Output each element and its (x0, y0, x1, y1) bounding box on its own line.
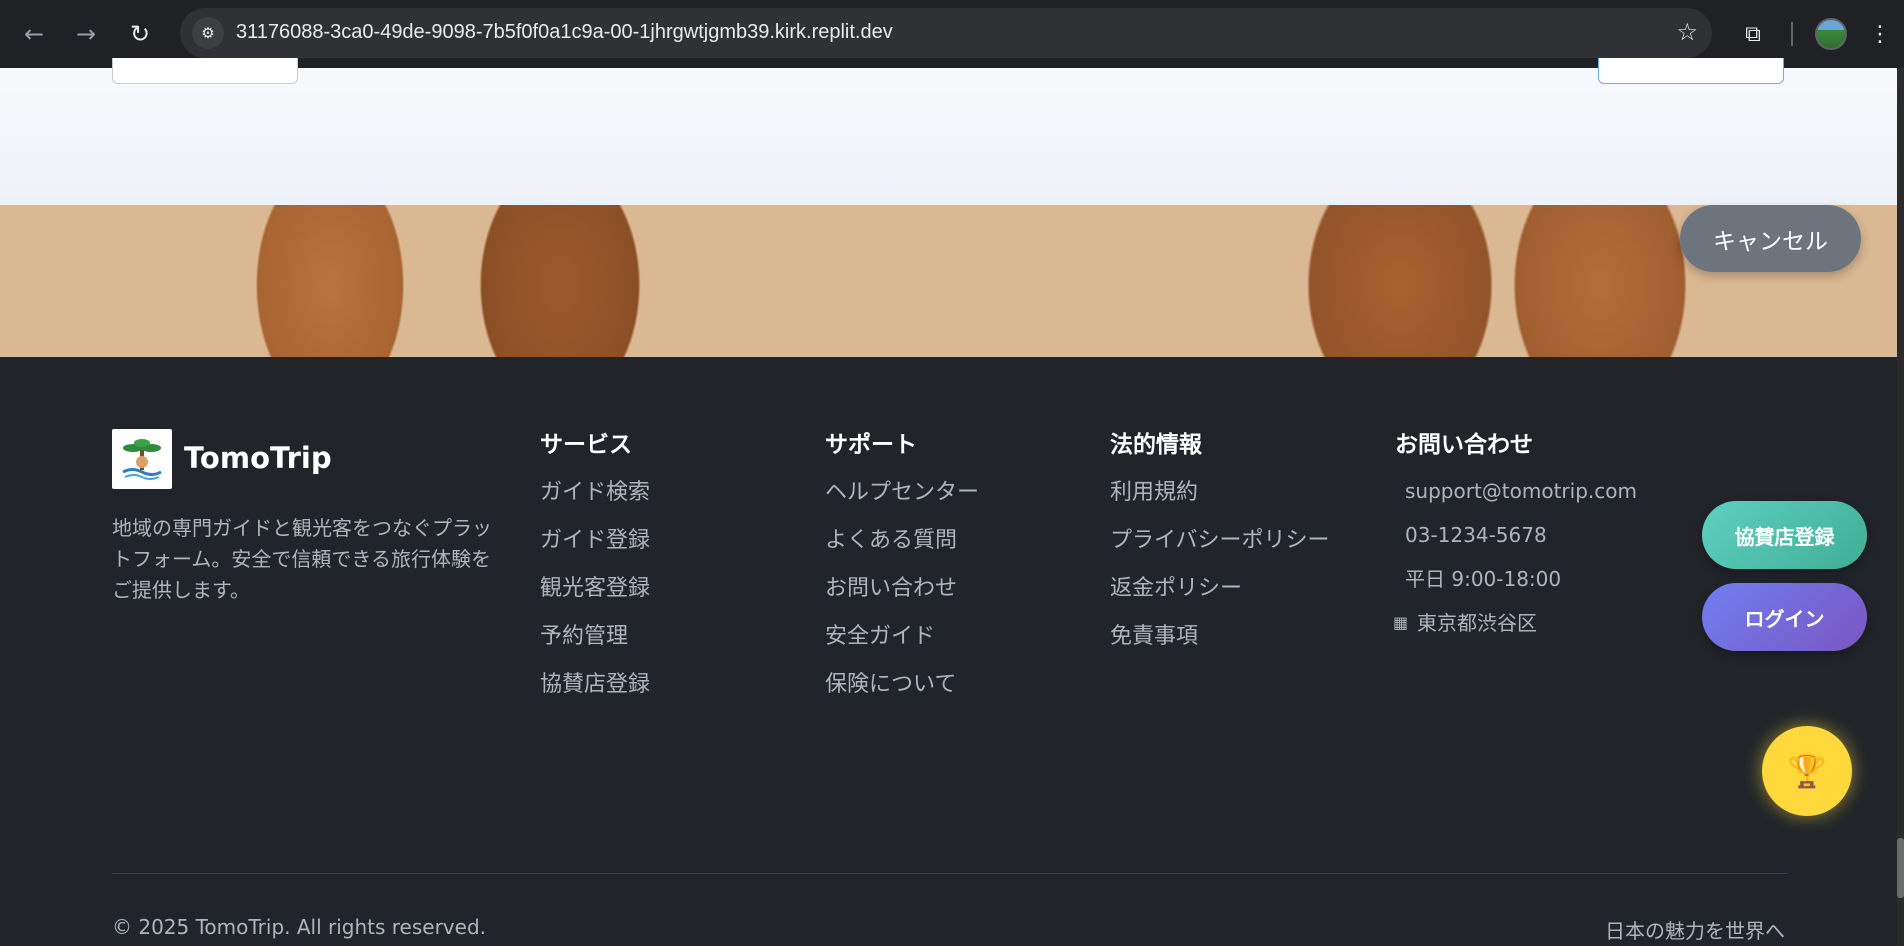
contact-heading: お問い合わせ (1395, 432, 1533, 458)
browser-menu-icon[interactable]: ⋮ (1860, 14, 1900, 54)
palm-tree-logo-icon (115, 432, 169, 486)
toolbar-divider (1791, 22, 1793, 46)
page-content: キャンセル TomoTrip 地域の専門ガイドと観光客をつなぐプラットフォーム。… (0, 58, 1897, 946)
link-disclaimer[interactable]: 免責事項 (1110, 613, 1330, 661)
address-bar[interactable]: ⚙ 31176088-3ca0-49de-9098-7b5f0f0a1c9a-0… (180, 8, 1712, 58)
profile-avatar[interactable] (1815, 18, 1847, 50)
hero-background-image (0, 205, 1897, 357)
support-heading: サポート (825, 432, 917, 458)
contact-column: お問い合わせ support@tomotrip.com 03-1234-5678… (1393, 425, 1637, 645)
link-privacy-policy[interactable]: プライバシーポリシー (1110, 517, 1330, 565)
tomotrip-logo[interactable] (112, 429, 172, 489)
reload-icon[interactable]: ↻ (120, 14, 160, 54)
tagline-text: 日本の魅力を世界へ (1605, 919, 1785, 943)
link-help-center[interactable]: ヘルプセンター (825, 469, 979, 517)
footer-divider (112, 873, 1787, 874)
link-insurance[interactable]: 保険について (825, 661, 979, 709)
contact-hours: 平日 9:00-18:00 (1405, 567, 1562, 591)
copyright-text: © 2025 TomoTrip. All rights reserved. (112, 915, 487, 939)
site-footer: TomoTrip 地域の専門ガイドと観光客をつなぐプラットフォーム。安全で信頼で… (0, 357, 1897, 946)
sponsor-register-button[interactable]: 協賛店登録 (1702, 501, 1867, 569)
support-column: サポート ヘルプセンター よくある質問 お問い合わせ 安全ガイド 保険について (825, 425, 979, 709)
url-text[interactable]: 31176088-3ca0-49de-9098-7b5f0f0a1c9a-00-… (236, 21, 893, 44)
link-sponsor-register[interactable]: 協賛店登録 (540, 661, 650, 709)
content-section (0, 58, 1897, 205)
brand-description: 地域の専門ガイドと観光客をつなぐプラットフォーム。安全で信頼できる旅行体験をご提… (112, 516, 492, 602)
page-scrollbar[interactable] (1897, 68, 1904, 946)
brand-name[interactable]: TomoTrip (184, 441, 332, 475)
contact-address-row: ▦ 東京都渋谷区 (1393, 601, 1637, 645)
site-info-icon[interactable]: ⚙ (192, 17, 224, 49)
link-safety-guide[interactable]: 安全ガイド (825, 613, 979, 661)
outline-button-left[interactable] (112, 58, 298, 84)
link-contact[interactable]: お問い合わせ (825, 565, 979, 613)
cancel-button[interactable]: キャンセル (1680, 205, 1861, 272)
contact-phone[interactable]: 03-1234-5678 (1395, 513, 1637, 557)
extensions-icon[interactable]: ⧉ (1733, 14, 1773, 54)
link-guide-search[interactable]: ガイド検索 (540, 469, 650, 517)
login-button[interactable]: ログイン (1702, 583, 1867, 651)
legal-heading: 法的情報 (1110, 432, 1202, 458)
outline-button-right[interactable] (1598, 58, 1784, 84)
building-icon: ▦ (1393, 613, 1409, 632)
services-heading: サービス (540, 432, 632, 458)
link-tourist-register[interactable]: 観光客登録 (540, 565, 650, 613)
link-refund-policy[interactable]: 返金ポリシー (1110, 565, 1330, 613)
forward-arrow-icon[interactable]: → (66, 14, 106, 54)
scrollbar-thumb[interactable] (1897, 838, 1904, 898)
link-guide-register[interactable]: ガイド登録 (540, 517, 650, 565)
services-column: サービス ガイド検索 ガイド登録 観光客登録 予約管理 協賛店登録 (540, 425, 650, 709)
link-terms[interactable]: 利用規約 (1110, 469, 1330, 517)
contact-address: 東京都渋谷区 (1417, 611, 1537, 635)
trophy-icon[interactable]: 🏆 (1762, 726, 1852, 816)
legal-column: 法的情報 利用規約 プライバシーポリシー 返金ポリシー 免責事項 (1110, 425, 1330, 661)
back-arrow-icon[interactable]: ← (14, 14, 54, 54)
bookmark-star-icon[interactable]: ☆ (1676, 18, 1698, 46)
contact-email[interactable]: support@tomotrip.com (1395, 469, 1637, 513)
link-booking-management[interactable]: 予約管理 (540, 613, 650, 661)
link-faq[interactable]: よくある質問 (825, 517, 979, 565)
